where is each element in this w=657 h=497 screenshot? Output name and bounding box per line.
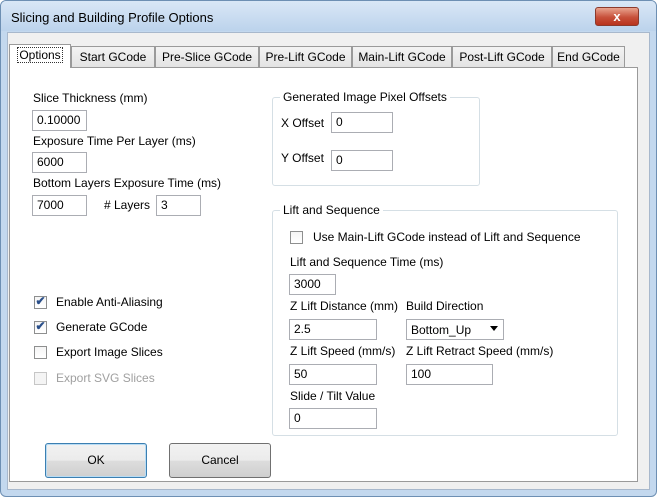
seq-time-label: Lift and Sequence Time (ms): [290, 255, 444, 269]
lift-sequence-title: Lift and Sequence: [280, 203, 383, 217]
check-mark-icon: ✔: [35, 319, 46, 333]
tab-pre-lift-gcode[interactable]: Pre-Lift GCode: [259, 46, 352, 67]
generate-gcode-checkbox[interactable]: ✔: [34, 319, 47, 334]
anti-aliasing-checkbox[interactable]: ✔: [34, 294, 47, 309]
title-bar[interactable]: Slicing and Building Profile Options x: [1, 1, 656, 31]
seq-time-input[interactable]: 3000: [289, 274, 336, 295]
tab-start-gcode[interactable]: Start GCode: [71, 46, 155, 67]
y-offset-label: Y Offset: [281, 151, 324, 165]
build-direction-label: Build Direction: [406, 299, 484, 313]
tab-options[interactable]: Options: [9, 44, 71, 68]
z-retract-speed-label: Z Lift Retract Speed (mm/s): [406, 344, 554, 358]
tab-pre-slice-gcode[interactable]: Pre-Slice GCode: [155, 46, 259, 67]
layers-input[interactable]: 3: [156, 195, 201, 216]
options-panel: Slice Thickness (mm) 0.10000 Exposure Ti…: [9, 67, 638, 482]
export-svg-slices-checkbox[interactable]: [34, 372, 47, 385]
export-image-slices-label: Export Image Slices: [56, 345, 163, 359]
layers-label: # Layers: [104, 198, 151, 212]
bottom-exposure-input[interactable]: 7000: [32, 195, 87, 216]
export-svg-slices-label: Export SVG Slices: [56, 371, 155, 385]
slide-tilt-label: Slide / Tilt Value: [290, 389, 376, 403]
z-lift-speed-input[interactable]: 50: [289, 364, 377, 385]
lift-sequence-group: Lift and Sequence Use Main-Lift GCode in…: [272, 203, 618, 436]
exposure-time-input[interactable]: 6000: [32, 152, 87, 173]
y-offset-input[interactable]: 0: [331, 150, 393, 171]
slide-tilt-input[interactable]: 0: [289, 408, 377, 429]
z-lift-speed-label: Z Lift Speed (mm/s): [290, 344, 396, 358]
check-mark-icon: ✔: [35, 294, 46, 308]
cancel-button[interactable]: Cancel: [169, 443, 271, 478]
tab-post-lift-gcode[interactable]: Post-Lift GCode: [452, 46, 552, 67]
tab-label: Options: [17, 47, 63, 63]
close-button[interactable]: x: [595, 7, 639, 26]
tab-end-gcode[interactable]: End GCode: [552, 46, 625, 67]
x-offset-input[interactable]: 0: [331, 112, 393, 133]
build-direction-select[interactable]: Bottom_Up: [406, 319, 504, 340]
use-mainlift-checkbox[interactable]: [290, 231, 303, 244]
use-mainlift-label: Use Main-Lift GCode instead of Lift and …: [313, 230, 581, 244]
z-lift-distance-input[interactable]: 2.5: [289, 319, 377, 340]
slice-thickness-input[interactable]: 0.10000: [32, 110, 87, 131]
anti-aliasing-label: Enable Anti-Aliasing: [56, 295, 163, 309]
x-offset-label: X Offset: [281, 116, 325, 130]
generate-gcode-label: Generate GCode: [56, 320, 148, 334]
chevron-down-icon: [490, 326, 498, 331]
close-icon: x: [613, 9, 621, 24]
z-retract-speed-input[interactable]: 100: [406, 364, 493, 385]
export-image-slices-checkbox[interactable]: [34, 346, 47, 359]
build-direction-value: Bottom_Up: [411, 323, 472, 337]
bottom-exposure-label: Bottom Layers Exposure Time (ms): [33, 176, 222, 190]
z-lift-distance-label: Z Lift Distance (mm): [290, 299, 399, 313]
tab-main-lift-gcode[interactable]: Main-Lift GCode: [352, 46, 452, 67]
slice-thickness-label: Slice Thickness (mm): [33, 91, 148, 105]
pixel-offsets-title: Generated Image Pixel Offsets: [280, 90, 450, 104]
ok-button[interactable]: OK: [45, 443, 147, 478]
window-title: Slicing and Building Profile Options: [11, 10, 214, 25]
exposure-time-label: Exposure Time Per Layer (ms): [33, 134, 196, 148]
pixel-offsets-group: Generated Image Pixel Offsets X Offset 0…: [272, 90, 480, 186]
